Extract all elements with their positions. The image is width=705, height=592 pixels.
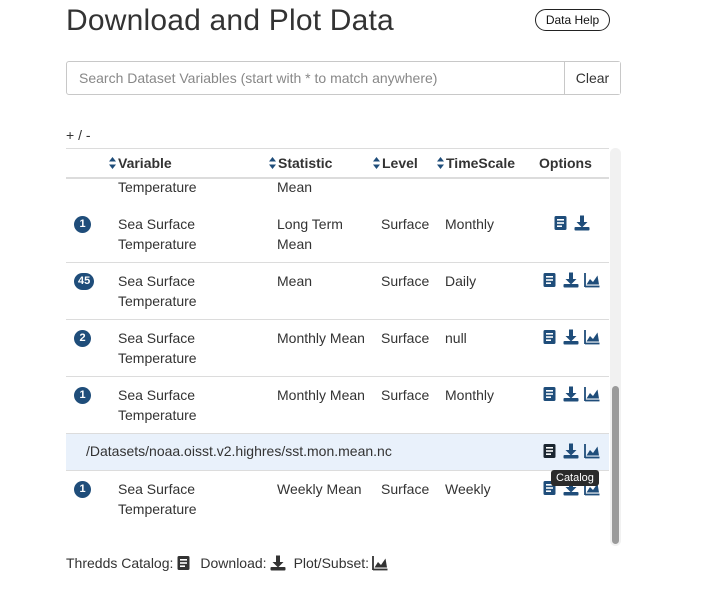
plot-icon: [372, 555, 388, 571]
search-bar: Clear: [66, 61, 621, 95]
plot-icon[interactable]: [584, 272, 600, 288]
legend-download-label: Download:: [200, 555, 267, 571]
column-header-variable[interactable]: Variable: [109, 155, 172, 171]
scrollbar-thumb[interactable]: [612, 386, 619, 544]
catalog-icon[interactable]: [542, 272, 558, 288]
row-options: [542, 329, 600, 345]
timescale-cell: Monthly: [445, 216, 495, 232]
table-row: 45 Sea Surface Temperature Mean Surface …: [66, 263, 609, 320]
table-scrollbar[interactable]: [610, 148, 621, 546]
timescale-cell: null: [445, 330, 467, 346]
legend-catalog-label: Thredds Catalog:: [66, 555, 174, 571]
variable-cell: Sea Surface Temperature: [118, 481, 197, 517]
table-row: 1 Sea Surface Temperature Weekly Mean Su…: [66, 471, 609, 527]
sort-icon: [437, 157, 444, 169]
catalog-icon[interactable]: [542, 386, 558, 402]
column-header-label: Statistic: [278, 155, 333, 171]
legend-plot-label: Plot/Subset:: [293, 555, 370, 571]
column-header-level[interactable]: Level: [373, 155, 418, 171]
variable-cell: Temperature: [118, 179, 197, 195]
download-icon[interactable]: [563, 272, 579, 288]
variable-cell: Sea Surface Temperature: [118, 330, 197, 366]
table-row: 1 Sea Surface Temperature Monthly Mean S…: [66, 377, 609, 434]
row-options: [553, 215, 590, 231]
plot-icon[interactable]: [584, 329, 600, 345]
timescale-cell: Monthly: [445, 387, 495, 403]
download-icon: [270, 555, 286, 571]
column-header-timescale[interactable]: TimeScale: [437, 155, 515, 171]
level-cell: Surface: [381, 273, 430, 289]
table-header: Variable Statistic Level TimeScale Optio…: [66, 148, 609, 179]
table-row: 2 Sea Surface Temperature Monthly Mean S…: [66, 320, 609, 377]
dataset-path-row[interactable]: /Datasets/noaa.oisst.v2.highres/sst.mon.…: [66, 434, 609, 471]
icon-legend: Thredds Catalog: Download: Plot/Subset:: [66, 555, 396, 571]
statistic-cell: Weekly Mean: [277, 481, 362, 497]
plot-icon[interactable]: [584, 443, 600, 459]
data-help-button[interactable]: Data Help: [535, 9, 610, 31]
statistic-cell: Monthly Mean: [277, 387, 365, 403]
level-cell: Surface: [381, 216, 430, 232]
catalog-icon[interactable]: [542, 329, 558, 345]
row-options: [542, 272, 600, 288]
level-cell: Surface: [381, 481, 430, 497]
sort-icon: [373, 157, 380, 169]
catalog-icon[interactable]: [542, 443, 558, 459]
column-header-statistic[interactable]: Statistic: [269, 155, 332, 171]
catalog-tooltip: Catalog: [551, 470, 599, 486]
table-row: 1 Sea Surface Temperature Long Term Mean…: [66, 206, 609, 263]
sort-icon: [269, 157, 276, 169]
page-title: Download and Plot Data: [66, 4, 394, 37]
expand-collapse-toggle[interactable]: + / -: [66, 127, 91, 143]
download-icon[interactable]: [574, 215, 590, 231]
count-badge[interactable]: 45: [74, 273, 95, 290]
timescale-cell: Daily: [445, 273, 477, 289]
table-row: Temperature Mean: [66, 176, 609, 207]
timescale-cell: Weekly: [445, 481, 491, 497]
search-input[interactable]: [67, 62, 564, 94]
row-options: [542, 386, 600, 402]
count-badge[interactable]: 1: [74, 216, 91, 233]
statistic-cell: Mean: [277, 273, 313, 289]
statistic-cell: Monthly Mean: [277, 330, 365, 346]
plot-icon[interactable]: [584, 386, 600, 402]
count-badge[interactable]: 1: [74, 481, 91, 498]
download-icon[interactable]: [563, 386, 579, 402]
dataset-table: Temperature Mean Variable Statistic Leve…: [66, 148, 620, 546]
variable-cell: Sea Surface Temperature: [118, 216, 197, 252]
column-header-options: Options: [539, 155, 592, 171]
count-badge[interactable]: 1: [74, 387, 91, 404]
dataset-path: /Datasets/noaa.oisst.v2.highres/sst.mon.…: [86, 443, 392, 459]
catalog-icon: [176, 555, 192, 571]
sort-icon: [109, 157, 116, 169]
column-header-label: TimeScale: [446, 155, 516, 171]
statistic-cell: Mean: [277, 179, 313, 195]
download-icon[interactable]: [563, 329, 579, 345]
level-cell: Surface: [381, 330, 430, 346]
clear-button[interactable]: Clear: [564, 62, 620, 94]
count-badge[interactable]: 2: [74, 330, 91, 347]
catalog-icon[interactable]: [553, 215, 569, 231]
variable-cell: Sea Surface Temperature: [118, 387, 197, 423]
download-icon[interactable]: [563, 443, 579, 459]
variable-cell: Sea Surface Temperature: [118, 273, 197, 309]
column-header-label: Variable: [118, 155, 172, 171]
column-header-label: Level: [382, 155, 418, 171]
level-cell: Surface: [381, 387, 430, 403]
statistic-cell: Long Term Mean: [277, 216, 343, 252]
row-options: [542, 443, 600, 459]
